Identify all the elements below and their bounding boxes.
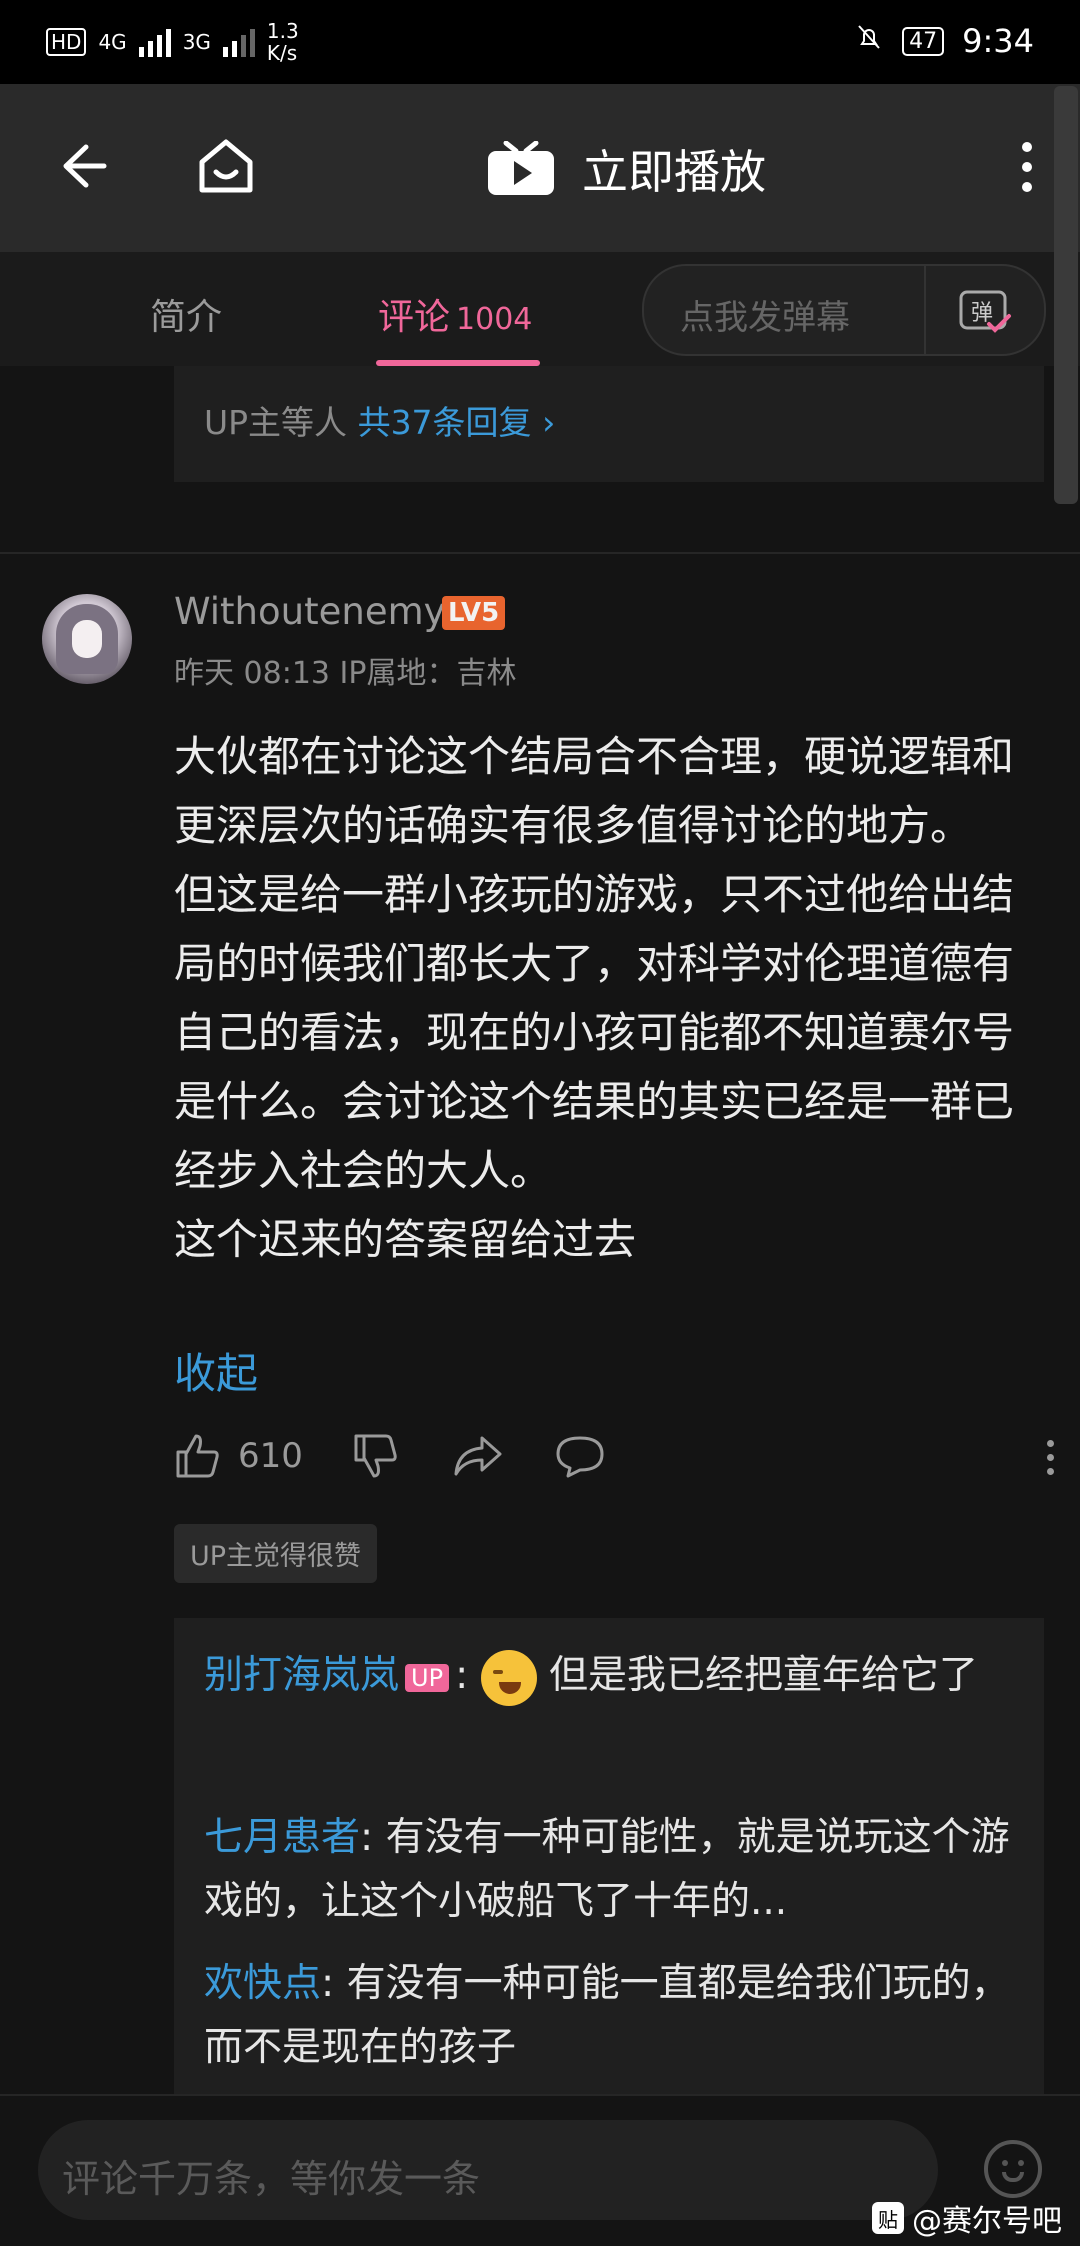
reply-author[interactable]: 欢快点	[204, 1961, 321, 2006]
comment-paragraph: 大伙都在讨论这个结局合不合理，硬说逻辑和更深层次的话确实有很多值得讨论的地方。	[174, 732, 1015, 850]
reply-text: 有没有一种可能一直都是给我们玩的，而不是现在的孩子	[204, 1961, 1010, 2070]
share-button[interactable]	[452, 1432, 504, 1480]
reply-item[interactable]: 别打海岚岚 UP: 但是我已经把童年给它了	[204, 1644, 1024, 1710]
tab-bar: 简介 评论 1004 点我发弹幕 弹	[0, 252, 1080, 366]
up-tag: UP	[405, 1663, 450, 1692]
signal-icon-2	[222, 27, 255, 57]
status-left: HD 4G 3G 1.3 K/s	[46, 20, 299, 64]
reply-summary-link[interactable]: 共37条回复	[358, 403, 532, 442]
comment-divider	[0, 552, 1080, 554]
back-arrow-icon[interactable]	[56, 139, 110, 203]
dislike-button[interactable]	[352, 1432, 400, 1480]
reply-summary-prefix: UP主等人	[204, 403, 348, 442]
scrollbar[interactable]	[1054, 86, 1078, 504]
signal-icon	[138, 27, 171, 57]
tieba-logo-icon: 贴	[872, 2202, 904, 2234]
net-speed-value: 1.3	[266, 19, 299, 43]
clock: 9:34	[962, 22, 1034, 60]
comment-meta: 昨天 08:13 IP属地：吉林	[174, 656, 517, 691]
collapse-link[interactable]: 收起	[174, 1340, 258, 1401]
more-vertical-icon[interactable]	[1022, 142, 1032, 192]
danmu-tv-icon: 弹	[959, 290, 1011, 333]
reply-summary-text: UP主等人 共37条回复 ›	[204, 396, 555, 444]
sim1-network-label: 4G	[98, 30, 127, 54]
comment-actions: 610	[174, 1432, 1054, 1492]
like-button[interactable]: 610	[174, 1432, 303, 1480]
play-now-button[interactable]: 立即播放	[486, 136, 766, 202]
reply-item[interactable]: 欢快点: 有没有一种可能一直都是给我们玩的，而不是现在的孩子	[204, 1952, 1024, 2080]
play-now-title: 立即播放	[582, 145, 766, 199]
chevron-right-icon: ›	[542, 403, 556, 442]
comment-username[interactable]: Withoutenemy	[174, 590, 446, 633]
battery-icon: 47	[902, 26, 945, 56]
comment-body: 大伙都在讨论这个结局合不合理，硬说逻辑和更深层次的话确实有很多值得讨论的地方。 …	[174, 722, 1054, 1274]
reply-item[interactable]: 七月患者: 有没有一种可能性，就是说玩这个游戏的，让这个小破船飞了十年的...	[204, 1806, 1024, 1934]
up-liked-badge: UP主觉得很赞	[174, 1524, 378, 1583]
tab-comment-label: 评论	[378, 297, 451, 338]
hd-indicator: HD	[46, 28, 87, 56]
thumbs-up-icon	[176, 1434, 219, 1478]
net-speed: 1.3 K/s	[267, 20, 299, 64]
status-right: 47 9:34	[854, 22, 1034, 60]
danmu-placeholder: 点我发弹幕	[680, 298, 850, 338]
comment-more-icon[interactable]	[1047, 1440, 1054, 1475]
level-badge: LV5	[442, 596, 506, 630]
avatar[interactable]	[42, 594, 132, 684]
watermark-text: @赛尔号吧	[912, 2204, 1062, 2239]
emoji-icon[interactable]	[984, 2140, 1042, 2198]
tab-comment[interactable]: 评论 1004	[378, 288, 532, 340]
like-count: 610	[238, 1436, 303, 1476]
reply-summary-card[interactable]: UP主等人 共37条回复 ›	[174, 366, 1044, 482]
reply-author[interactable]: 别打海岚岚	[204, 1653, 399, 1698]
tv-play-icon	[488, 141, 554, 195]
laughing-crying-emoji-icon	[480, 1649, 537, 1706]
status-bar: HD 4G 3G 1.3 K/s 47 9:34	[0, 0, 1080, 84]
comment-bubble-icon	[556, 1436, 604, 1478]
reply-text: 但是我已经把童年给它了	[549, 1653, 979, 1698]
danmu-toggle-button[interactable]: 弹	[924, 266, 1044, 354]
thumbs-down-icon	[354, 1434, 397, 1478]
top-bar: 立即播放	[0, 84, 1080, 252]
net-speed-unit: K/s	[266, 41, 298, 65]
share-icon	[454, 1436, 502, 1476]
sim2-network-label: 3G	[182, 30, 211, 54]
home-icon[interactable]	[196, 136, 256, 198]
mute-bell-icon	[854, 22, 884, 60]
reply-button[interactable]	[554, 1432, 606, 1480]
danmu-input[interactable]: 点我发弹幕 弹	[642, 264, 1046, 356]
reply-author[interactable]: 七月患者	[204, 1815, 360, 1860]
tab-intro[interactable]: 简介	[150, 288, 222, 340]
comment-paragraph: 但这是给一群小孩玩的游戏，只不过他给出结局的时候我们都长大了，对科学对伦理道德有…	[174, 870, 1015, 1195]
tab-comment-count: 1004	[456, 302, 533, 337]
comment-input[interactable]: 评论千万条，等你发一条	[38, 2120, 938, 2220]
comment-input-placeholder: 评论千万条，等你发一条	[62, 2157, 481, 2201]
watermark: 贴 @赛尔号吧	[872, 2196, 1062, 2240]
comment-paragraph: 这个迟来的答案留给过去	[174, 1215, 637, 1264]
